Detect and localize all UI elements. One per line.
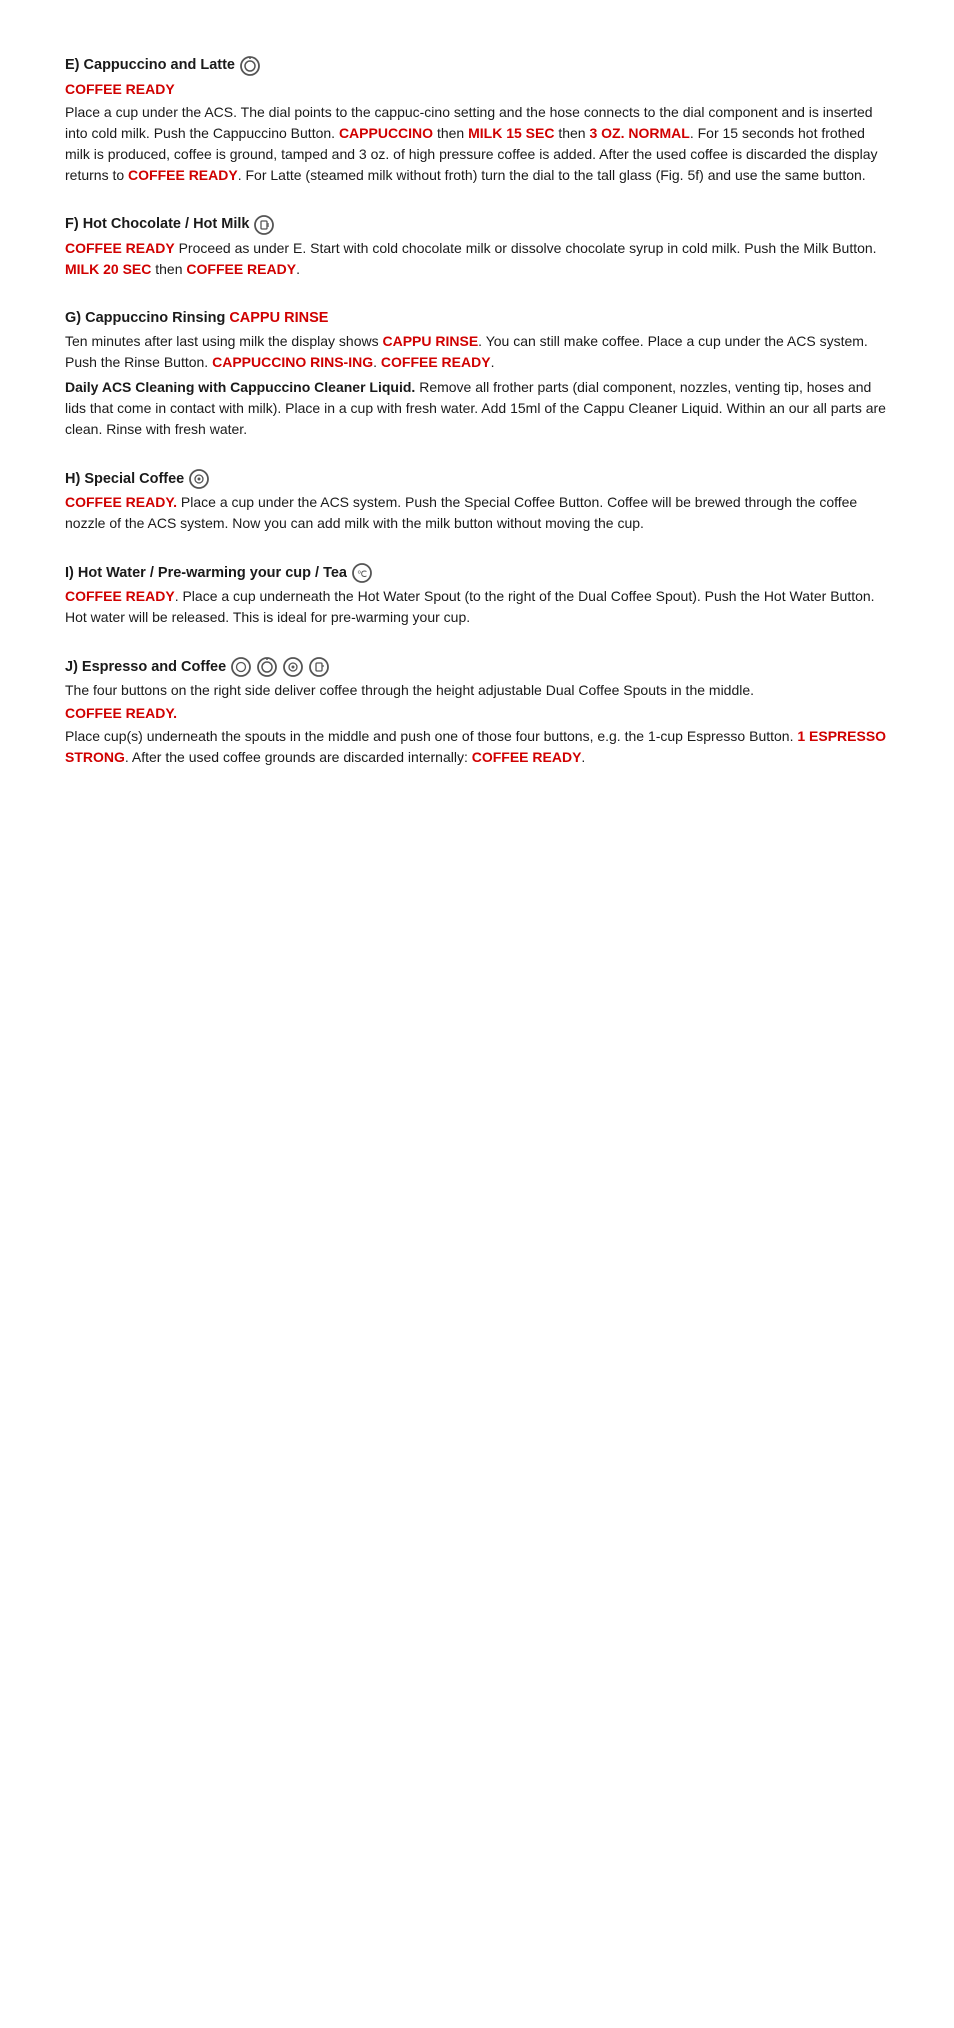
section-J-body1: The four buttons on the right side deliv… [65, 680, 889, 701]
section-E-body: Place a cup under the ACS. The dial poin… [65, 102, 889, 186]
section-F: F) Hot Chocolate / Hot Milk COFFEE READY… [65, 214, 889, 280]
milk-20-sec-label: MILK 20 SEC [65, 261, 151, 277]
section-J-status: COFFEE READY. [65, 703, 889, 724]
espresso-icon-3 [282, 656, 304, 678]
espresso-icon-1 [230, 656, 252, 678]
espresso-icon-4 [308, 656, 330, 678]
coffee-ready-label-J: COFFEE READY. [65, 705, 177, 721]
coffee-ready-label-H: COFFEE READY. [65, 494, 177, 510]
cappuccino-rinsing-label: CAPPUCCINO RINS-ING [212, 354, 373, 370]
coffee-ready-label-G: COFFEE READY [381, 354, 491, 370]
3oz-normal-label: 3 OZ. NORMAL [589, 125, 689, 141]
section-G-title-block: G) Cappuccino Rinsing CAPPU RINSE [65, 308, 889, 329]
section-F-title-block: F) Hot Chocolate / Hot Milk [65, 214, 889, 236]
hot-water-icon: ℃ [351, 562, 373, 584]
cappuccino-label: CAPPUCCINO [339, 125, 433, 141]
section-H: H) Special Coffee COFFEE READY. Place a … [65, 468, 889, 534]
section-G-title: G) Cappuccino Rinsing [65, 308, 225, 329]
cappu-rinse-title-label: CAPPU RINSE [229, 308, 328, 329]
section-I-title: I) Hot Water / Pre-warming your cup / Te… [65, 563, 347, 584]
section-J-title: J) Espresso and Coffee [65, 657, 226, 678]
special-coffee-icon [188, 468, 210, 490]
coffee-ready-label-I: COFFEE READY [65, 588, 175, 604]
section-H-title: H) Special Coffee [65, 469, 184, 490]
section-E-status: COFFEE READY [65, 79, 889, 100]
coffee-ready-label-E2: COFFEE READY [128, 167, 238, 183]
section-F-body: COFFEE READY Proceed as under E. Start w… [65, 238, 889, 280]
cappu-rinse-label: CAPPU RINSE [382, 333, 478, 349]
section-J: J) Espresso and Coffee [65, 656, 889, 768]
svg-text:℃: ℃ [357, 569, 367, 579]
coffee-ready-label-E: COFFEE READY [65, 81, 175, 97]
section-E-title: E) Cappuccino and Latte [65, 55, 235, 76]
section-G-body2: Daily ACS Cleaning with Cappuccino Clean… [65, 377, 889, 440]
coffee-ready-label-F2: COFFEE READY [186, 261, 296, 277]
cappuccino-icon [239, 55, 261, 77]
section-G: G) Cappuccino Rinsing CAPPU RINSE Ten mi… [65, 308, 889, 440]
section-J-body2: Place cup(s) underneath the spouts in th… [65, 726, 889, 768]
coffee-ready-label-F: COFFEE READY [65, 240, 175, 256]
coffee-ready-label-J2: COFFEE READY [472, 749, 582, 765]
milk-15-sec-label: MILK 15 SEC [468, 125, 554, 141]
section-H-title-block: H) Special Coffee [65, 468, 889, 490]
section-H-body: COFFEE READY. Place a cup under the ACS … [65, 492, 889, 534]
espresso-icon-2 [256, 656, 278, 678]
hot-milk-icon [253, 214, 275, 236]
section-G-body1: Ten minutes after last using milk the di… [65, 331, 889, 373]
section-I: I) Hot Water / Pre-warming your cup / Te… [65, 562, 889, 628]
section-I-title-block: I) Hot Water / Pre-warming your cup / Te… [65, 562, 889, 584]
section-I-body: COFFEE READY. Place a cup underneath the… [65, 586, 889, 628]
page-content: E) Cappuccino and Latte COFFEE READY Pla… [0, 0, 954, 856]
section-F-title: F) Hot Chocolate / Hot Milk [65, 214, 249, 235]
daily-acs-cleaning-label: Daily ACS Cleaning with Cappuccino Clean… [65, 379, 415, 395]
section-E-title-block: E) Cappuccino and Latte [65, 55, 889, 77]
section-J-title-block: J) Espresso and Coffee [65, 656, 889, 678]
section-E: E) Cappuccino and Latte COFFEE READY Pla… [65, 55, 889, 186]
